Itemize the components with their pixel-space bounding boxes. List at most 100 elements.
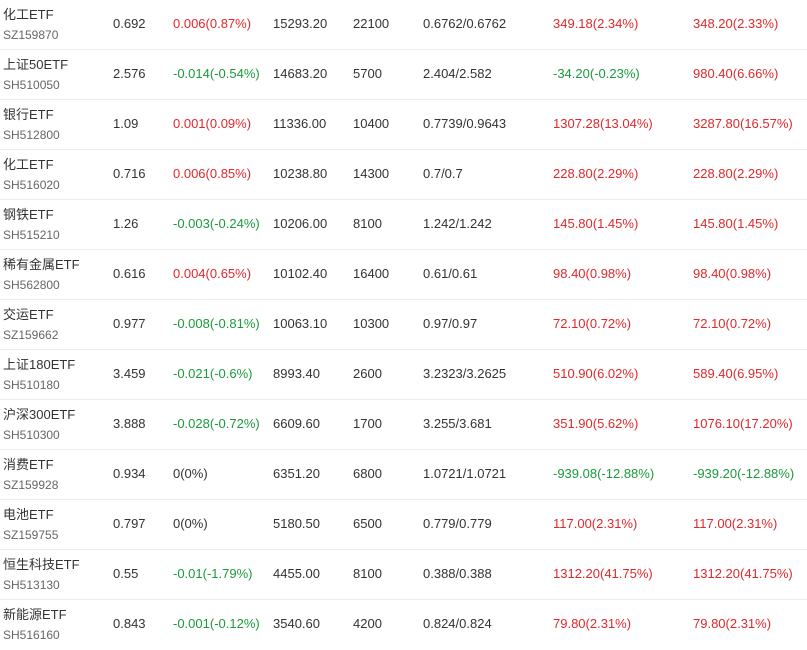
table-row[interactable]: 消费ETF SZ159928 0.934 0(0%) 6351.20 6800 …	[0, 450, 807, 500]
price-cell: 0.797	[113, 516, 146, 531]
etf-code: SH513130	[3, 578, 60, 592]
etf-code: SH562800	[3, 278, 60, 292]
price-cell: 0.692	[113, 16, 146, 31]
price-cell: 0.55	[113, 566, 139, 581]
price-cell: 0.843	[113, 616, 146, 631]
range-cell: 3.2323/3.2625	[423, 366, 507, 381]
etf-name-link[interactable]: 上证50ETF	[3, 57, 68, 73]
etf-name-link[interactable]: 电池ETF	[3, 507, 54, 523]
etf-name-link[interactable]: 新能源ETF	[3, 607, 67, 623]
flow-cell-1: 145.80(1.45%)	[553, 216, 639, 231]
change-cell: -0.001(-0.12%)	[173, 616, 260, 631]
table-row[interactable]: 钢铁ETF SH515210 1.26 -0.003(-0.24%) 10206…	[0, 200, 807, 250]
range-cell: 0.7/0.7	[423, 166, 463, 181]
flow-cell-1: -939.08(-12.88%)	[553, 466, 655, 481]
etf-name-link[interactable]: 上证180ETF	[3, 357, 75, 373]
volume-cell: 10238.80	[273, 166, 328, 181]
table-row[interactable]: 交运ETF SZ159662 0.977 -0.008(-0.81%) 1006…	[0, 300, 807, 350]
price-cell: 0.977	[113, 316, 146, 331]
range-cell: 0.6762/0.6762	[423, 16, 507, 31]
flow-cell-2: 228.80(2.29%)	[693, 166, 779, 181]
range-cell: 2.404/2.582	[423, 66, 492, 81]
amount-cell: 10400	[353, 116, 390, 131]
etf-code: SZ159755	[3, 528, 59, 542]
amount-cell: 1700	[353, 416, 382, 431]
table-row[interactable]: 上证180ETF SH510180 3.459 -0.021(-0.6%) 89…	[0, 350, 807, 400]
flow-cell-1: 510.90(6.02%)	[553, 366, 639, 381]
price-cell: 0.716	[113, 166, 146, 181]
etf-code: SH510180	[3, 378, 60, 392]
table-row[interactable]: 稀有金属ETF SH562800 0.616 0.004(0.65%) 1010…	[0, 250, 807, 300]
table-row[interactable]: 化工ETF SZ159870 0.692 0.006(0.87%) 15293.…	[0, 0, 807, 50]
change-cell: -0.008(-0.81%)	[173, 316, 260, 331]
etf-name-link[interactable]: 银行ETF	[3, 107, 54, 123]
table-row[interactable]: 银行ETF SH512800 1.09 0.001(0.09%) 11336.0…	[0, 100, 807, 150]
etf-name-link[interactable]: 沪深300ETF	[3, 407, 75, 423]
etf-name-link[interactable]: 化工ETF	[3, 7, 54, 23]
etf-name-link[interactable]: 消费ETF	[3, 457, 54, 473]
range-cell: 0.7739/0.9643	[423, 116, 507, 131]
volume-cell: 5180.50	[273, 516, 320, 531]
change-cell: -0.014(-0.54%)	[173, 66, 260, 81]
volume-cell: 6351.20	[273, 466, 320, 481]
flow-cell-2: 98.40(0.98%)	[693, 266, 772, 281]
volume-cell: 4455.00	[273, 566, 320, 581]
amount-cell: 2600	[353, 366, 382, 381]
etf-name-link[interactable]: 交运ETF	[3, 307, 54, 323]
flow-cell-2: 79.80(2.31%)	[693, 616, 772, 631]
flow-cell-1: 1307.28(13.04%)	[553, 116, 653, 131]
table-row[interactable]: 电池ETF SZ159755 0.797 0(0%) 5180.50 6500 …	[0, 500, 807, 550]
flow-cell-2: 72.10(0.72%)	[693, 316, 772, 331]
table-row[interactable]: 化工ETF SH516020 0.716 0.006(0.85%) 10238.…	[0, 150, 807, 200]
range-cell: 0.388/0.388	[423, 566, 492, 581]
change-cell: 0.004(0.65%)	[173, 266, 252, 281]
price-cell: 1.09	[113, 116, 139, 131]
etf-table: 化工ETF SZ159870 0.692 0.006(0.87%) 15293.…	[0, 0, 807, 650]
change-cell: 0(0%)	[173, 466, 208, 481]
flow-cell-2: 1312.20(41.75%)	[693, 566, 793, 581]
amount-cell: 14300	[353, 166, 390, 181]
flow-cell-1: 98.40(0.98%)	[553, 266, 632, 281]
change-cell: -0.01(-1.79%)	[173, 566, 253, 581]
amount-cell: 10300	[353, 316, 390, 331]
flow-cell-2: 145.80(1.45%)	[693, 216, 779, 231]
flow-cell-1: 117.00(2.31%)	[553, 516, 638, 531]
etf-code: SZ159662	[3, 328, 59, 342]
change-cell: -0.003(-0.24%)	[173, 216, 260, 231]
amount-cell: 6800	[353, 466, 382, 481]
volume-cell: 8993.40	[273, 366, 320, 381]
flow-cell-2: -939.20(-12.88%)	[693, 466, 795, 481]
amount-cell: 22100	[353, 16, 390, 31]
change-cell: -0.021(-0.6%)	[173, 366, 253, 381]
flow-cell-2: 980.40(6.66%)	[693, 66, 779, 81]
etf-name-link[interactable]: 化工ETF	[3, 157, 54, 173]
etf-name-link[interactable]: 稀有金属ETF	[3, 257, 80, 273]
price-cell: 0.934	[113, 466, 146, 481]
table-row[interactable]: 沪深300ETF SH510300 3.888 -0.028(-0.72%) 6…	[0, 400, 807, 450]
range-cell: 1.242/1.242	[423, 216, 492, 231]
flow-cell-1: 72.10(0.72%)	[553, 316, 632, 331]
table-row[interactable]: 上证50ETF SH510050 2.576 -0.014(-0.54%) 14…	[0, 50, 807, 100]
price-cell: 0.616	[113, 266, 146, 281]
amount-cell: 4200	[353, 616, 382, 631]
range-cell: 0.779/0.779	[423, 516, 492, 531]
flow-cell-1: 351.90(5.62%)	[553, 416, 639, 431]
change-cell: 0.006(0.87%)	[173, 16, 252, 31]
range-cell: 3.255/3.681	[423, 416, 492, 431]
flow-cell-1: 1312.20(41.75%)	[553, 566, 653, 581]
amount-cell: 8100	[353, 566, 382, 581]
range-cell: 0.61/0.61	[423, 266, 478, 281]
flow-cell-1: 79.80(2.31%)	[553, 616, 632, 631]
flow-cell-1: 228.80(2.29%)	[553, 166, 639, 181]
etf-code: SH510300	[3, 428, 60, 442]
etf-code: SH516160	[3, 628, 60, 642]
etf-name-link[interactable]: 钢铁ETF	[3, 207, 54, 223]
table-row[interactable]: 新能源ETF SH516160 0.843 -0.001(-0.12%) 354…	[0, 600, 807, 650]
amount-cell: 6500	[353, 516, 382, 531]
etf-code: SH515210	[3, 228, 60, 242]
volume-cell: 6609.60	[273, 416, 320, 431]
etf-name-link[interactable]: 恒生科技ETF	[3, 557, 80, 573]
table-row[interactable]: 恒生科技ETF SH513130 0.55 -0.01(-1.79%) 4455…	[0, 550, 807, 600]
price-cell: 2.576	[113, 66, 146, 81]
flow-cell-2: 589.40(6.95%)	[693, 366, 779, 381]
